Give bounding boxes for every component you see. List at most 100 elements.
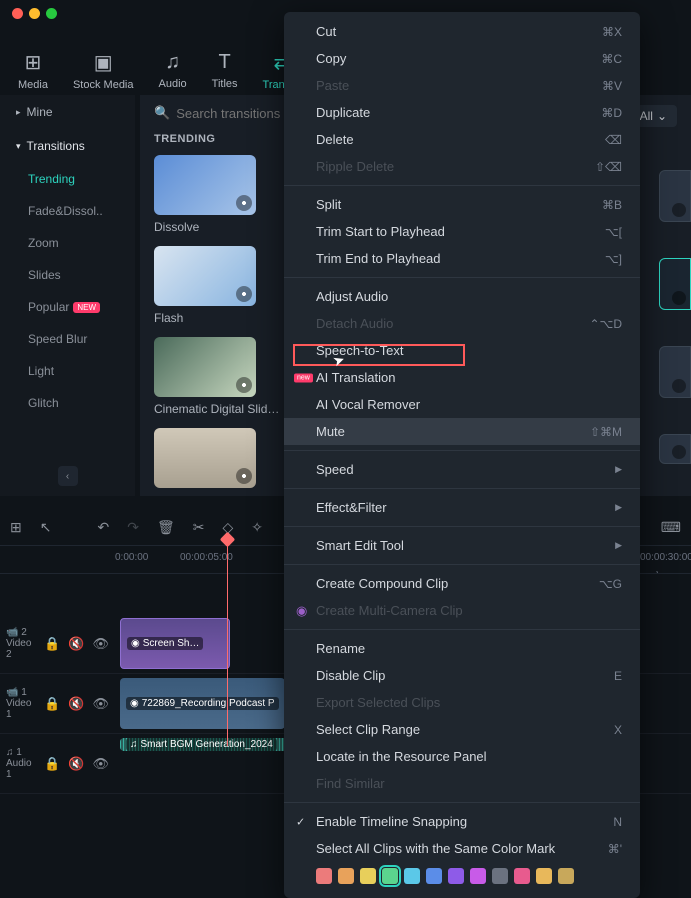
color-swatch[interactable] <box>426 868 442 884</box>
thumbnail <box>154 428 256 488</box>
titles-icon: T <box>218 51 230 74</box>
check-icon: ✓ <box>296 815 305 828</box>
menu-disable-clip[interactable]: Disable ClipE <box>284 662 640 689</box>
undo-icon[interactable]: ↶ <box>97 519 109 536</box>
menu-ai-translation[interactable]: newAI Translation <box>284 364 640 391</box>
split-icon[interactable]: ✂ <box>193 519 205 536</box>
color-swatch[interactable] <box>338 868 354 884</box>
subcategory-trending[interactable]: Trending <box>0 163 135 195</box>
lock-icon[interactable]: 🔒 <box>44 636 60 652</box>
minimize-button[interactable] <box>29 8 40 19</box>
lock-icon[interactable]: 🔒 <box>44 696 60 712</box>
new-badge: new <box>294 373 313 382</box>
category-mine[interactable]: Mine <box>0 95 135 129</box>
chevron-right-icon: ▶ <box>615 540 622 551</box>
new-badge: NEW <box>73 302 100 313</box>
tool-layout-icon[interactable]: ⊞ <box>10 519 22 536</box>
color-swatch[interactable] <box>360 868 376 884</box>
menu-copy[interactable]: Copy⌘C <box>284 45 640 72</box>
mute-icon[interactable]: 🔇 <box>68 636 84 652</box>
tab-label: Stock Media <box>73 79 134 91</box>
color-swatch[interactable] <box>404 868 420 884</box>
mute-icon[interactable]: 🔇 <box>68 696 84 712</box>
color-swatch[interactable] <box>514 868 530 884</box>
visibility-icon[interactable]: 👁 <box>92 756 109 772</box>
transition-item-peek-3[interactable] <box>659 346 691 398</box>
menu-ripple-delete: Ripple Delete⇧⌫ <box>284 153 640 180</box>
collapse-sidebar-button[interactable]: ‹ <box>58 466 78 486</box>
transition-item-peek-1[interactable] <box>659 170 691 222</box>
media-icon: ⊞ <box>25 50 42 75</box>
visibility-icon[interactable]: 👁 <box>92 696 109 712</box>
transition-item-peek-2[interactable] <box>659 258 691 310</box>
tab-audio[interactable]: ♫Audio <box>159 51 187 90</box>
menu-mute[interactable]: Mute⇧⌘M <box>284 418 640 445</box>
menu-delete[interactable]: Delete⌫ <box>284 126 640 153</box>
subcategory-popular[interactable]: PopularNEW <box>0 291 135 323</box>
menu-split[interactable]: Split⌘B <box>284 191 640 218</box>
menu-speech-to-text[interactable]: Speech-to-Text <box>284 337 640 364</box>
subcategory-fade-dissolve[interactable]: Fade&Dissol.. <box>0 195 135 227</box>
menu-select-same-color[interactable]: Select All Clips with the Same Color Mar… <box>284 835 640 862</box>
menu-cut[interactable]: Cut⌘X <box>284 18 640 45</box>
menu-compound-clip[interactable]: Create Compound Clip⌥G <box>284 570 640 597</box>
left-sidebar: Mine Transitions Trending Fade&Dissol.. … <box>0 95 135 496</box>
menu-adjust-audio[interactable]: Adjust Audio <box>284 283 640 310</box>
clip-label: ◉Screen Sh… <box>127 637 203 650</box>
subcategory-zoom[interactable]: Zoom <box>0 227 135 259</box>
tool-cursor-icon[interactable]: ↖ <box>40 519 52 536</box>
close-button[interactable] <box>12 8 23 19</box>
tab-media[interactable]: ⊞ Media <box>18 50 48 91</box>
clip-recording-podcast[interactable]: ◉722869_Recording Podcast P <box>120 678 285 729</box>
menu-duplicate[interactable]: Duplicate⌘D <box>284 99 640 126</box>
window-controls <box>12 8 57 19</box>
subcategory-light[interactable]: Light <box>0 355 135 387</box>
subcategory-speed-blur[interactable]: Speed Blur <box>0 323 135 355</box>
zoom-button[interactable] <box>46 8 57 19</box>
stock-media-icon: ▣ <box>94 50 113 75</box>
clip-label: ♫Smart BGM Generation_2024 <box>126 738 277 751</box>
menu-speed[interactable]: Speed▶ <box>284 456 640 483</box>
menu-paste: Paste⌘V <box>284 72 640 99</box>
menu-find-similar: Find Similar <box>284 770 640 797</box>
transition-item-peek-4[interactable] <box>659 434 691 464</box>
effects-icon[interactable]: ✧ <box>251 519 263 536</box>
tab-titles[interactable]: T Titles <box>212 51 238 90</box>
lock-icon[interactable]: 🔒 <box>44 756 60 772</box>
color-swatch[interactable] <box>558 868 574 884</box>
menu-effect-filter[interactable]: Effect&Filter▶ <box>284 494 640 521</box>
mute-icon[interactable]: 🔇 <box>68 756 84 772</box>
color-swatch[interactable] <box>536 868 552 884</box>
color-swatch[interactable] <box>382 868 398 884</box>
keyboard-icon[interactable]: ⌨ <box>661 519 681 536</box>
color-swatch[interactable] <box>470 868 486 884</box>
tab-label: Audio <box>159 78 187 90</box>
menu-timeline-snap[interactable]: ✓Enable Timeline SnappingN <box>284 808 640 835</box>
subcategory-slides[interactable]: Slides <box>0 259 135 291</box>
subcategory-glitch[interactable]: Glitch <box>0 387 135 419</box>
menu-multicam: ◉Create Multi-Camera Clip <box>284 597 640 624</box>
menu-select-clip-range[interactable]: Select Clip RangeX <box>284 716 640 743</box>
delete-icon[interactable]: 🗑 <box>157 519 175 536</box>
category-transitions[interactable]: Transitions <box>0 129 135 163</box>
color-swatch[interactable] <box>316 868 332 884</box>
menu-ai-vocal-remover[interactable]: AI Vocal Remover <box>284 391 640 418</box>
visibility-icon[interactable]: 👁 <box>92 636 109 652</box>
menu-trim-start[interactable]: Trim Start to Playhead⌥[ <box>284 218 640 245</box>
menu-export-selected: Export Selected Clips <box>284 689 640 716</box>
color-swatch[interactable] <box>492 868 508 884</box>
tab-stock-media[interactable]: ▣ Stock Media <box>73 50 134 91</box>
context-menu: Cut⌘X Copy⌘C Paste⌘V Duplicate⌘D Delete⌫… <box>284 12 640 898</box>
redo-icon[interactable]: ↷ <box>127 519 139 536</box>
clip-screen-sh[interactable]: ◉Screen Sh… <box>120 618 230 669</box>
menu-smart-edit[interactable]: Smart Edit Tool▶ <box>284 532 640 559</box>
menu-locate-resource[interactable]: Locate in the Resource Panel <box>284 743 640 770</box>
playhead[interactable] <box>227 538 228 746</box>
menu-trim-end[interactable]: Trim End to Playhead⌥] <box>284 245 640 272</box>
menu-rename[interactable]: Rename <box>284 635 640 662</box>
chevron-right-icon: ▶ <box>615 502 622 513</box>
thumbnail <box>154 337 256 397</box>
tab-label: Media <box>18 79 48 91</box>
color-swatch[interactable] <box>448 868 464 884</box>
tab-label: Titles <box>212 78 238 90</box>
